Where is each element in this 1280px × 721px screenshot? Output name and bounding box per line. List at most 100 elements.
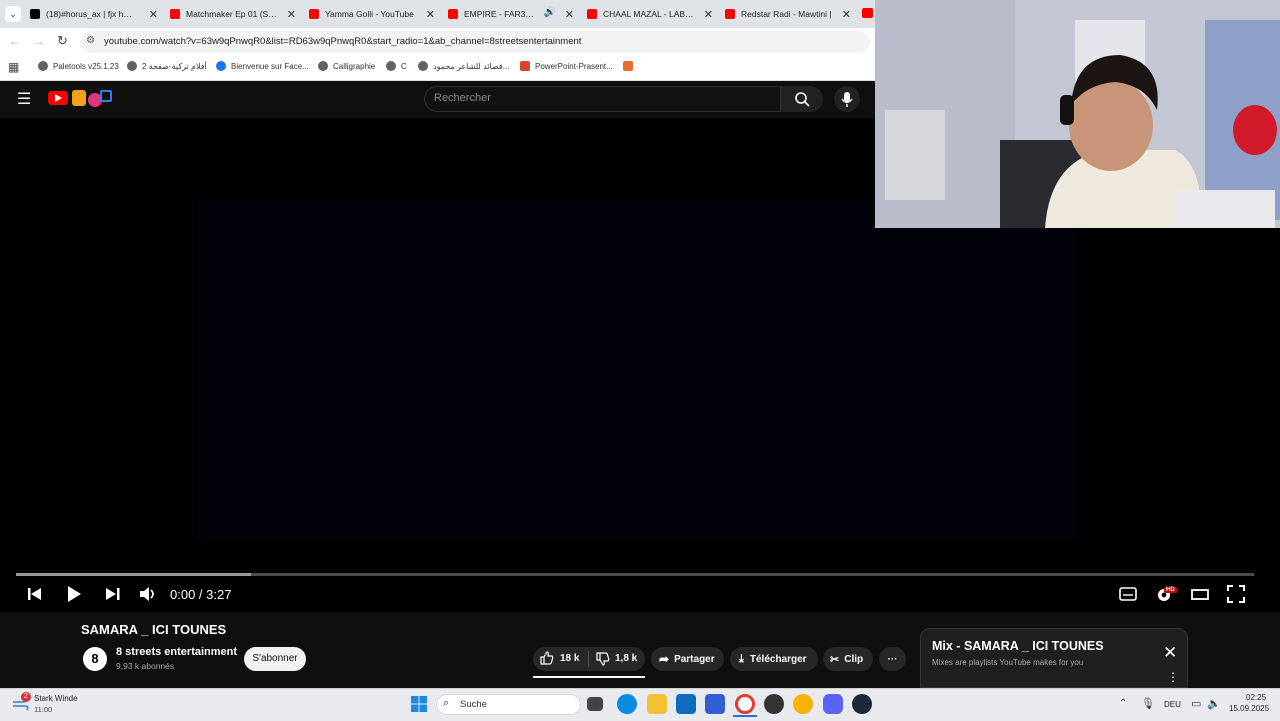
subtitles-button[interactable]	[1119, 585, 1137, 608]
theater-mode-button[interactable]	[1191, 585, 1209, 608]
bookmark-powerpoint[interactable]: PowerPoint-Prasent...	[520, 61, 613, 71]
bookmark-calligraphie[interactable]: Calligraphie	[318, 61, 375, 71]
video-frame	[197, 200, 1075, 540]
forward-arrow-icon[interactable]: →	[33, 34, 45, 48]
scissors-icon: ✂	[830, 653, 840, 666]
language-indicator[interactable]: DEU	[1164, 700, 1181, 709]
browser-tab-3[interactable]: Yamma Golli - YouTube ✕	[309, 3, 435, 25]
volume-button[interactable]	[139, 585, 157, 608]
weather-time: 11:00	[34, 705, 53, 714]
more-actions-button[interactable]: ···	[879, 647, 906, 671]
thumbs-down-icon	[596, 652, 610, 666]
like-dislike-group: 18 k 1,8 k	[533, 647, 645, 671]
microphone-icon	[841, 92, 853, 107]
download-button[interactable]: ⤓ Télécharger	[730, 647, 818, 671]
facebook-icon	[216, 61, 226, 71]
back-arrow-icon[interactable]: ←	[9, 34, 21, 48]
search-placeholder: Rechercher	[434, 92, 491, 104]
progress-buffered	[16, 573, 252, 576]
task-view-icon[interactable]	[587, 697, 603, 711]
bookmark-paletools[interactable]: Paletools v25.1.23	[38, 61, 119, 71]
share-button[interactable]: ➦ Partager	[651, 647, 724, 671]
clock-time[interactable]: 02:25	[1246, 693, 1266, 702]
dislike-button[interactable]	[596, 652, 610, 669]
speaker-icon[interactable]: 🔈	[1207, 697, 1221, 710]
file-explorer-icon[interactable]	[647, 694, 667, 714]
active-app-indicator	[733, 715, 757, 717]
bookmark-facebook[interactable]: Bienvenue sur Face...	[216, 61, 309, 71]
bookmark-poems[interactable]: قصائد للشاعر محمود...	[418, 61, 509, 71]
globe-icon	[127, 61, 137, 71]
close-tab-icon[interactable]: ✕	[426, 8, 435, 21]
globe-icon	[38, 61, 48, 71]
youtube-icon	[725, 9, 735, 19]
windows-logo-icon	[411, 696, 427, 712]
share-icon: ➦	[659, 652, 670, 666]
like-button[interactable]	[540, 651, 554, 668]
youtube-icon[interactable]	[862, 8, 873, 18]
browser-tab-5[interactable]: CHAAL MAZAL - LABESS ✕	[587, 3, 713, 25]
reload-icon[interactable]: ↻	[57, 33, 68, 49]
next-button[interactable]	[105, 585, 121, 608]
close-icon[interactable]: ✕	[1163, 643, 1177, 663]
mix-title[interactable]: Mix - SAMARA _ ICI TOUNES	[932, 639, 1104, 653]
more-horizontal-icon: ···	[887, 653, 898, 665]
fullscreen-icon	[1227, 585, 1245, 603]
chevron-up-icon[interactable]: ⌃	[1119, 698, 1127, 709]
network-icon[interactable]: ▭	[1191, 697, 1201, 710]
close-tab-icon[interactable]: ✕	[704, 8, 713, 21]
extension-icon[interactable]	[623, 61, 633, 71]
volume-icon	[140, 587, 154, 601]
apps-grid-icon[interactable]: ▦	[8, 60, 19, 74]
bookmark-c[interactable]: C	[386, 61, 407, 71]
subscriber-count: 9,93 k abonnés	[116, 661, 175, 671]
play-button[interactable]	[66, 585, 82, 608]
search-button[interactable]	[781, 86, 823, 112]
store-icon[interactable]	[705, 694, 725, 714]
close-tab-icon[interactable]: ✕	[842, 8, 851, 21]
outlook-icon[interactable]	[676, 694, 696, 714]
taskbar-search[interactable]	[436, 694, 581, 715]
chrome-canary-icon[interactable]	[793, 694, 813, 714]
subscribe-button[interactable]: S'abonner	[244, 647, 306, 671]
steam-icon[interactable]	[852, 694, 872, 714]
clock-date[interactable]: 15.09.2025	[1229, 704, 1269, 713]
more-vertical-icon[interactable]: ⋮	[1167, 671, 1179, 683]
thumbs-up-icon	[540, 651, 554, 665]
edge-browser-icon[interactable]	[617, 694, 637, 714]
chrome-icon[interactable]	[735, 694, 755, 714]
close-tab-icon[interactable]: ✕	[287, 8, 296, 21]
youtube-icon	[170, 9, 180, 19]
bookmark-turkish-films[interactable]: أفلام تركية-صفحة 2	[127, 61, 207, 71]
theater-mode-icon	[1191, 589, 1209, 600]
video-title: SAMARA _ ICI TOUNES	[81, 622, 227, 637]
channel-name[interactable]: 8 streets entertainment	[116, 646, 237, 658]
browser-tab-1[interactable]: (18)#horus_ax | fjx horus ✕	[30, 3, 158, 25]
tab-search-chevron-icon[interactable]: ⌄	[5, 6, 21, 22]
youtube-icon	[587, 9, 597, 19]
subtitles-icon	[1119, 587, 1137, 601]
youtube-icon	[309, 9, 319, 19]
speaker-icon[interactable]: 🔊	[544, 7, 556, 18]
voice-search-button[interactable]	[834, 86, 860, 112]
discord-icon[interactable]	[823, 694, 843, 714]
browser-tab-4[interactable]: EMPIRE - FAR3OUN - 🔊 ✕	[448, 3, 574, 25]
browser-tab-2[interactable]: Matchmaker Ep 01 (Speed ✕	[170, 3, 296, 25]
channel-avatar[interactable]: 8	[83, 647, 107, 671]
hd-badge: HD	[1164, 587, 1177, 593]
browser-tab-6[interactable]: Redstar Radi - Mawtini | ✕	[725, 3, 851, 25]
previous-button[interactable]	[27, 585, 43, 608]
close-tab-icon[interactable]: ✕	[149, 8, 158, 21]
hamburger-menu-icon[interactable]: ☰	[17, 89, 31, 109]
clip-button[interactable]: ✂ Clip	[823, 647, 873, 671]
windows-taskbar	[0, 688, 1280, 721]
skip-next-icon	[106, 588, 120, 600]
start-button[interactable]	[411, 696, 427, 712]
site-settings-icon[interactable]: ⚙	[86, 35, 95, 46]
microphone-icon[interactable]: 🎙	[1141, 697, 1155, 710]
close-tab-icon[interactable]: ✕	[565, 8, 574, 21]
fullscreen-button[interactable]	[1227, 585, 1245, 608]
taskbar-search-label: Suche	[460, 699, 487, 710]
app-icon[interactable]	[764, 694, 784, 714]
youtube-logo-icon[interactable]	[48, 91, 68, 105]
